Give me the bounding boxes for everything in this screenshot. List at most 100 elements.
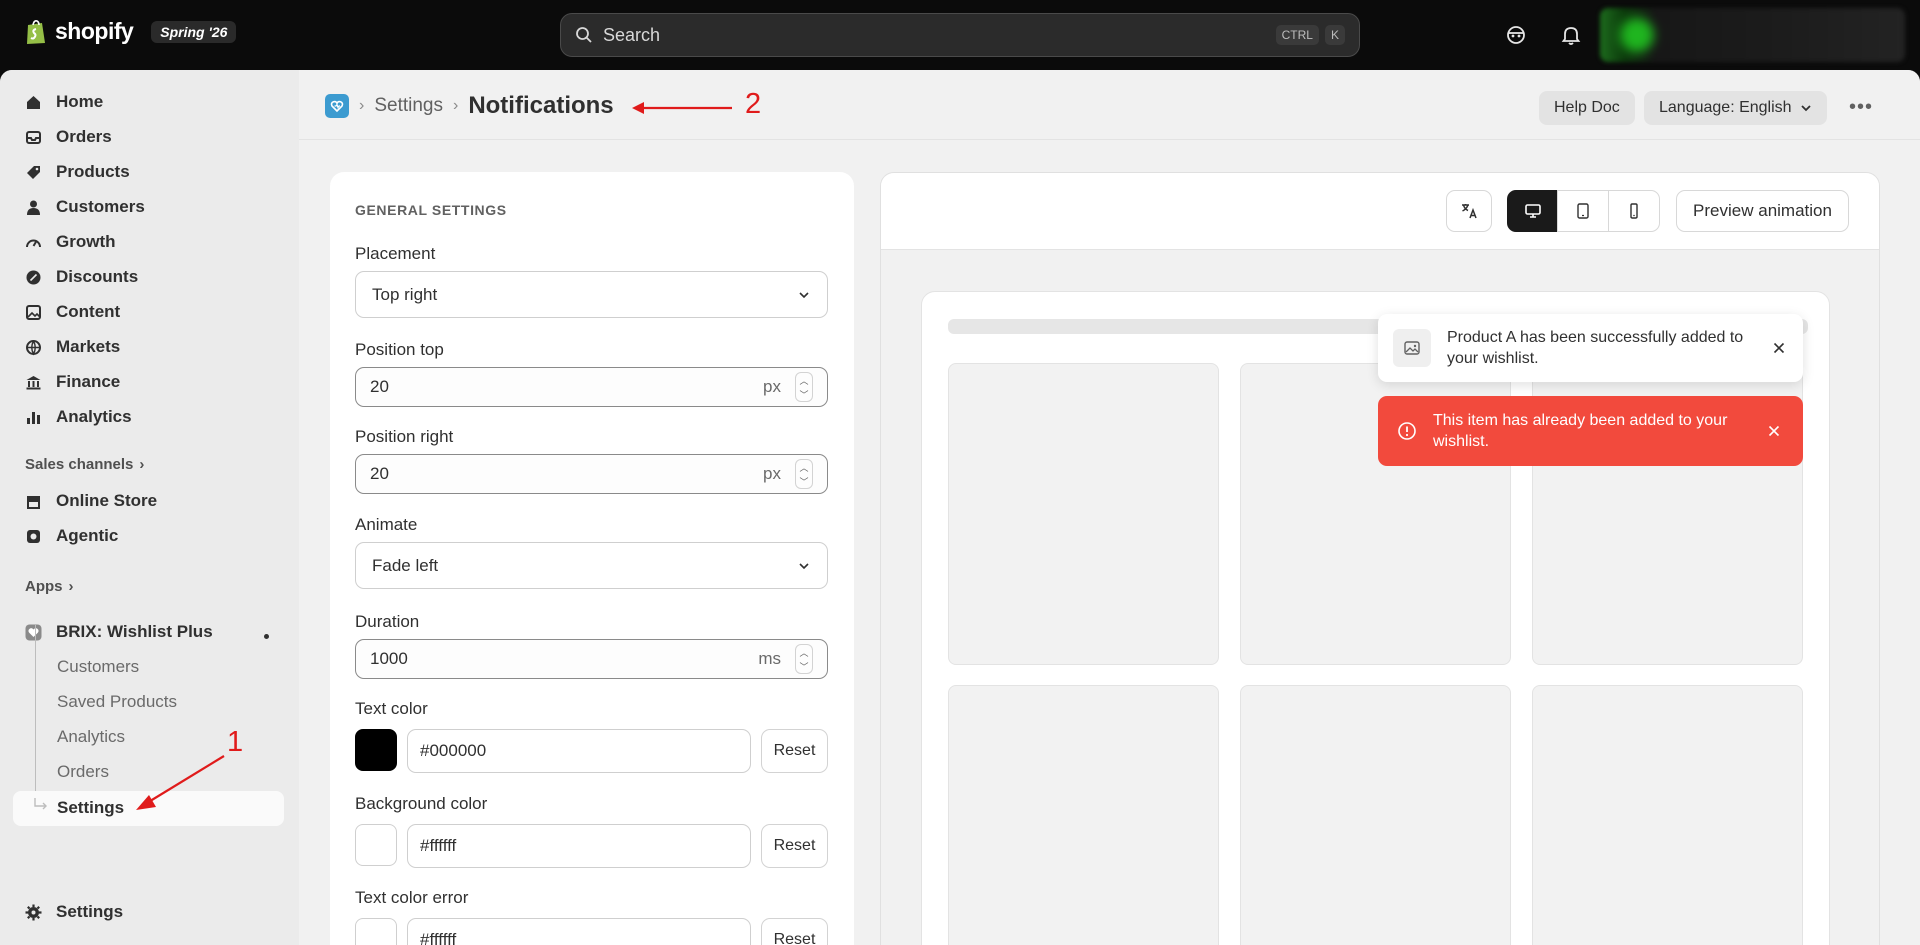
bank-icon [26,375,41,389]
discount-icon [26,270,41,284]
sidebar-item-wishlist-app[interactable]: BRIX: Wishlist Plus [25,617,213,647]
duration-input[interactable]: 1000 ms ︿ ﹀ [355,639,828,679]
sidebar-item-home[interactable]: Home [25,87,103,117]
sidebar-item-products[interactable]: Products [25,157,130,187]
sidebar-item-customers[interactable]: Customers [25,192,145,222]
toast-success: Product A has been successfully added to… [1378,314,1803,382]
annotation-arrow-1 [136,755,225,810]
home-icon [27,95,40,109]
search-placeholder: Search [603,24,661,45]
sidebar-item-agentic[interactable]: Agentic [25,521,118,551]
background-color-input[interactable]: #ffffff [407,824,751,868]
chevron-down-icon[interactable]: ﹀ [799,660,808,673]
chevron-right-icon: › [139,456,145,473]
position-top-value: 20 [370,377,389,396]
text-color-error-input[interactable]: #ffffff [407,918,751,945]
chevron-up-icon[interactable]: ︿ [799,461,808,474]
tablet-view-button[interactable] [1557,190,1609,232]
mobile-view-button[interactable] [1608,190,1660,232]
sidebar-item-label: Growth [56,232,116,251]
tablet-icon [1577,203,1589,219]
sidebar-item-finance[interactable]: Finance [25,367,120,397]
search-input[interactable]: Search CTRL K [560,13,1360,57]
sidebar-item-label: Customers [56,197,145,216]
animate-label: Animate [355,515,418,534]
background-color-reset-button[interactable]: Reset [761,824,828,868]
translate-icon[interactable] [1446,190,1492,232]
person-icon [27,200,40,215]
number-stepper[interactable]: ︿ ﹀ [795,644,813,674]
toast-error: This item has already been added to your… [1378,396,1803,466]
sidebar-subitem-saved-products[interactable]: Saved Products [57,687,177,717]
desktop-icon [1524,204,1541,218]
sidebar-item-discounts[interactable]: Discounts [25,262,138,292]
close-icon[interactable] [1768,425,1780,437]
desktop-view-button[interactable] [1507,190,1558,232]
account-menu[interactable] [1600,8,1905,62]
preview-animation-button[interactable]: Preview animation [1676,190,1849,232]
sidebar-item-settings[interactable]: Settings [25,897,123,927]
product-image-icon [1393,329,1431,367]
sidebar-subitem-settings[interactable]: Settings [57,793,124,823]
apps-heading[interactable]: Apps › [25,578,74,595]
chevron-up-icon[interactable]: ︿ [799,374,808,387]
number-stepper[interactable]: ︿ ﹀ [795,372,813,402]
sidebar-item-label: Finance [56,372,121,391]
sidebar-item-orders[interactable]: Orders [25,122,112,152]
sidebar-item-online-store[interactable]: Online Store [25,486,157,516]
more-actions-icon[interactable]: ••• [1849,96,1873,119]
section-title: GENERAL SETTINGS [355,202,507,218]
chevron-down-icon[interactable]: ﹀ [799,475,808,488]
sales-channels-heading[interactable]: Sales channels › [25,456,144,473]
sidebar-subitem-analytics[interactable]: Analytics [57,722,125,752]
number-stepper[interactable]: ︿ ﹀ [795,459,813,489]
mobile-icon [1630,203,1638,219]
shopify-bag-icon [27,19,45,44]
sidebar-item-label: Settings [56,902,124,921]
language-label: Language: English [1659,99,1792,116]
text-color-reset-button[interactable]: Reset [761,729,828,773]
sidebar-item-label: Products [56,162,130,181]
close-icon[interactable] [1773,342,1785,354]
text-color-error-swatch[interactable] [355,918,397,945]
chevron-up-icon[interactable]: ︿ [799,646,808,659]
preview-toolbar: Preview animation [881,173,1879,250]
text-color-swatch[interactable] [355,729,397,771]
text-color-input[interactable]: #000000 [407,729,751,773]
duration-value: 1000 [370,649,408,668]
sidebar-item-content[interactable]: Content [25,297,120,327]
sidebar-subitem-customers[interactable]: Customers [57,652,139,682]
background-color-swatch[interactable] [355,824,397,866]
language-button[interactable]: Language: English [1644,91,1827,125]
position-right-input[interactable]: 20 px ︿ ﹀ [355,454,828,494]
breadcrumb-settings-link[interactable]: Settings [374,95,443,117]
bell-icon[interactable] [1559,23,1583,47]
app-heart-icon[interactable] [325,94,349,118]
bar-chart-icon [27,411,40,424]
animate-select[interactable]: Fade left [355,542,828,589]
chevron-down-icon [799,291,809,298]
position-top-label: Position top [355,340,444,359]
sidebar-item-analytics[interactable]: Analytics [25,402,132,432]
sidebar-item-markets[interactable]: Markets [25,332,120,362]
placement-label: Placement [355,244,436,263]
animate-value: Fade left [372,555,439,575]
chevron-down-icon[interactable]: ﹀ [799,388,808,401]
position-top-input[interactable]: 20 px ︿ ﹀ [355,367,828,407]
agent-icon [27,529,40,543]
shopify-logo[interactable]: shopify Spring '26 [25,18,237,45]
sidebar-item-label: Home [56,92,104,111]
placement-select[interactable]: Top right [355,271,828,318]
heart-app-icon [25,624,42,640]
sidebar-subitem-orders[interactable]: Orders [57,757,109,787]
text-color-error-label: Text color error [355,888,469,907]
help-doc-button[interactable]: Help Doc [1539,91,1635,125]
sidebar-item-growth[interactable]: Growth [25,227,116,257]
content-area: › Settings › Notifications Help Doc Lang… [299,70,1920,945]
page-title: Notifications [468,92,614,119]
background-color-row: #ffffff Reset [355,824,828,868]
alert-circle-icon [1398,422,1416,440]
sidekick-icon[interactable] [1504,23,1528,47]
text-color-error-reset-button[interactable]: Reset [761,918,828,945]
sidebar-item-label: Orders [56,127,112,146]
